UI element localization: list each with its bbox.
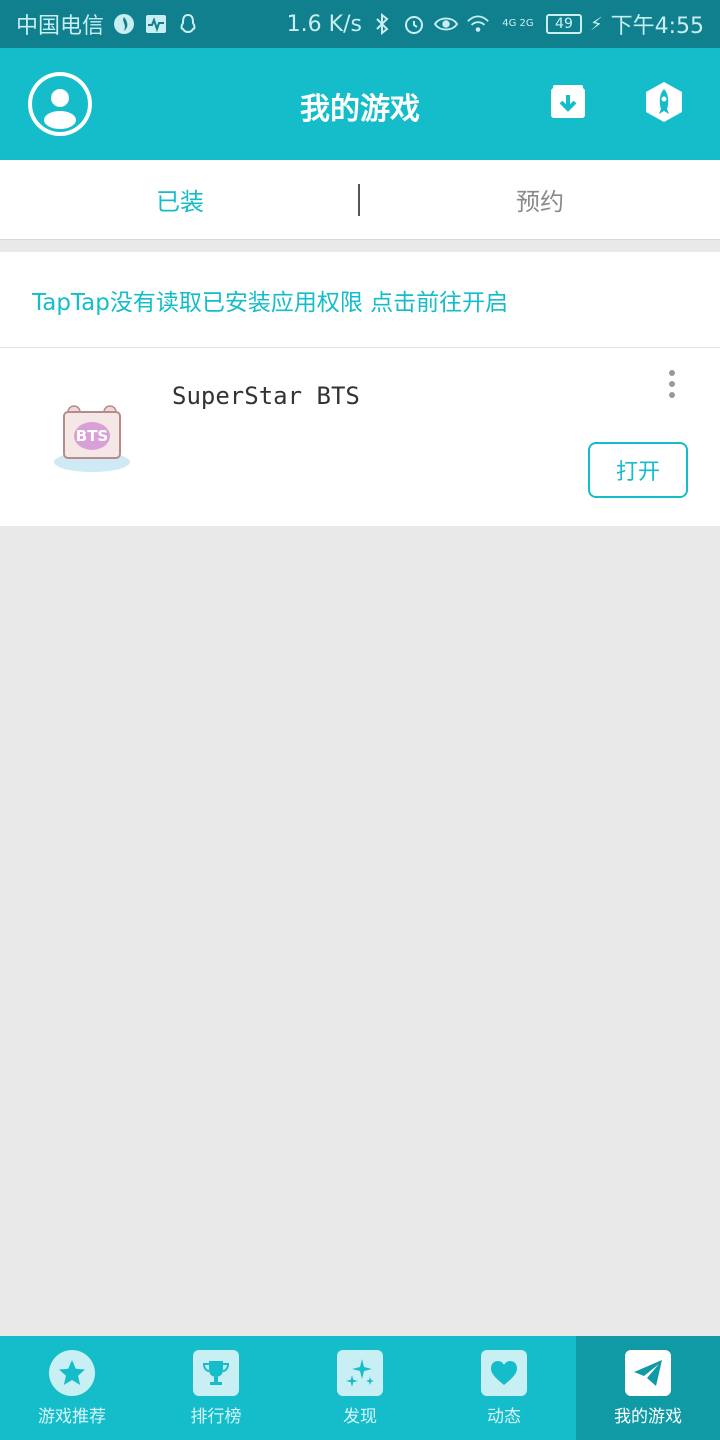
network-speed: 1.6 K/s	[286, 11, 362, 37]
game-icon-text: BTS	[76, 427, 108, 445]
heart-icon	[481, 1349, 527, 1396]
game-title: SuperStar BTS	[172, 382, 360, 410]
game-icon: BTS	[48, 400, 136, 480]
rocket-icon	[644, 81, 684, 127]
tab-installed[interactable]: 已装	[0, 160, 360, 239]
bottom-navigation: 游戏推荐 排行榜 发现 动态 我的游戏	[0, 1336, 720, 1440]
status-bar: 中国电信 1.6 K/s 4G 2G 49 ⚡ 下午4:55	[0, 0, 720, 48]
list-item: BTS SuperStar BTS 打开	[0, 348, 720, 526]
boost-button[interactable]	[640, 80, 688, 128]
activity-icon	[144, 12, 168, 36]
nav-item-recommend[interactable]: 游戏推荐	[0, 1336, 144, 1440]
wifi-icon	[466, 12, 490, 36]
open-button[interactable]: 打开	[588, 442, 688, 498]
nav-item-discover[interactable]: 发现	[288, 1336, 432, 1440]
charging-icon: ⚡	[589, 13, 603, 35]
nav-item-my-games[interactable]: 我的游戏	[576, 1336, 720, 1440]
signal-icon: 4G 2G	[502, 18, 534, 29]
app-header: 我的游戏	[0, 48, 720, 160]
nav-label: 动态	[487, 1406, 521, 1427]
trophy-icon	[193, 1349, 239, 1396]
page-title: 我的游戏	[300, 92, 420, 127]
clock: 下午4:55	[610, 14, 704, 39]
eye-icon	[433, 12, 458, 36]
more-options-icon[interactable]	[660, 368, 684, 400]
permission-notice[interactable]: TapTap没有读取已安装应用权限 点击前往开启	[0, 252, 720, 348]
nav-label: 排行榜	[190, 1406, 242, 1427]
nav-item-ranking[interactable]: 排行榜	[144, 1336, 288, 1440]
tab-bar: 已装 预约	[0, 160, 720, 240]
star-icon	[49, 1349, 95, 1396]
paper-plane-icon	[625, 1349, 671, 1396]
tab-reserved[interactable]: 预约	[360, 160, 720, 239]
sparkle-icon	[337, 1349, 383, 1396]
nav-item-feed[interactable]: 动态	[432, 1336, 576, 1440]
download-manager-button[interactable]	[544, 80, 592, 128]
carrier-label: 中国电信	[16, 14, 105, 39]
tab-divider	[358, 184, 360, 216]
nav-label: 游戏推荐	[38, 1406, 106, 1427]
download-box-icon	[549, 83, 587, 125]
nav-label: 我的游戏	[614, 1406, 682, 1427]
battery-indicator: 49	[545, 14, 582, 34]
bluetooth-icon	[370, 12, 394, 36]
qq-icon	[176, 12, 200, 36]
nav-label: 发现	[343, 1406, 377, 1427]
fire-icon	[112, 12, 136, 36]
alarm-icon	[402, 12, 426, 36]
